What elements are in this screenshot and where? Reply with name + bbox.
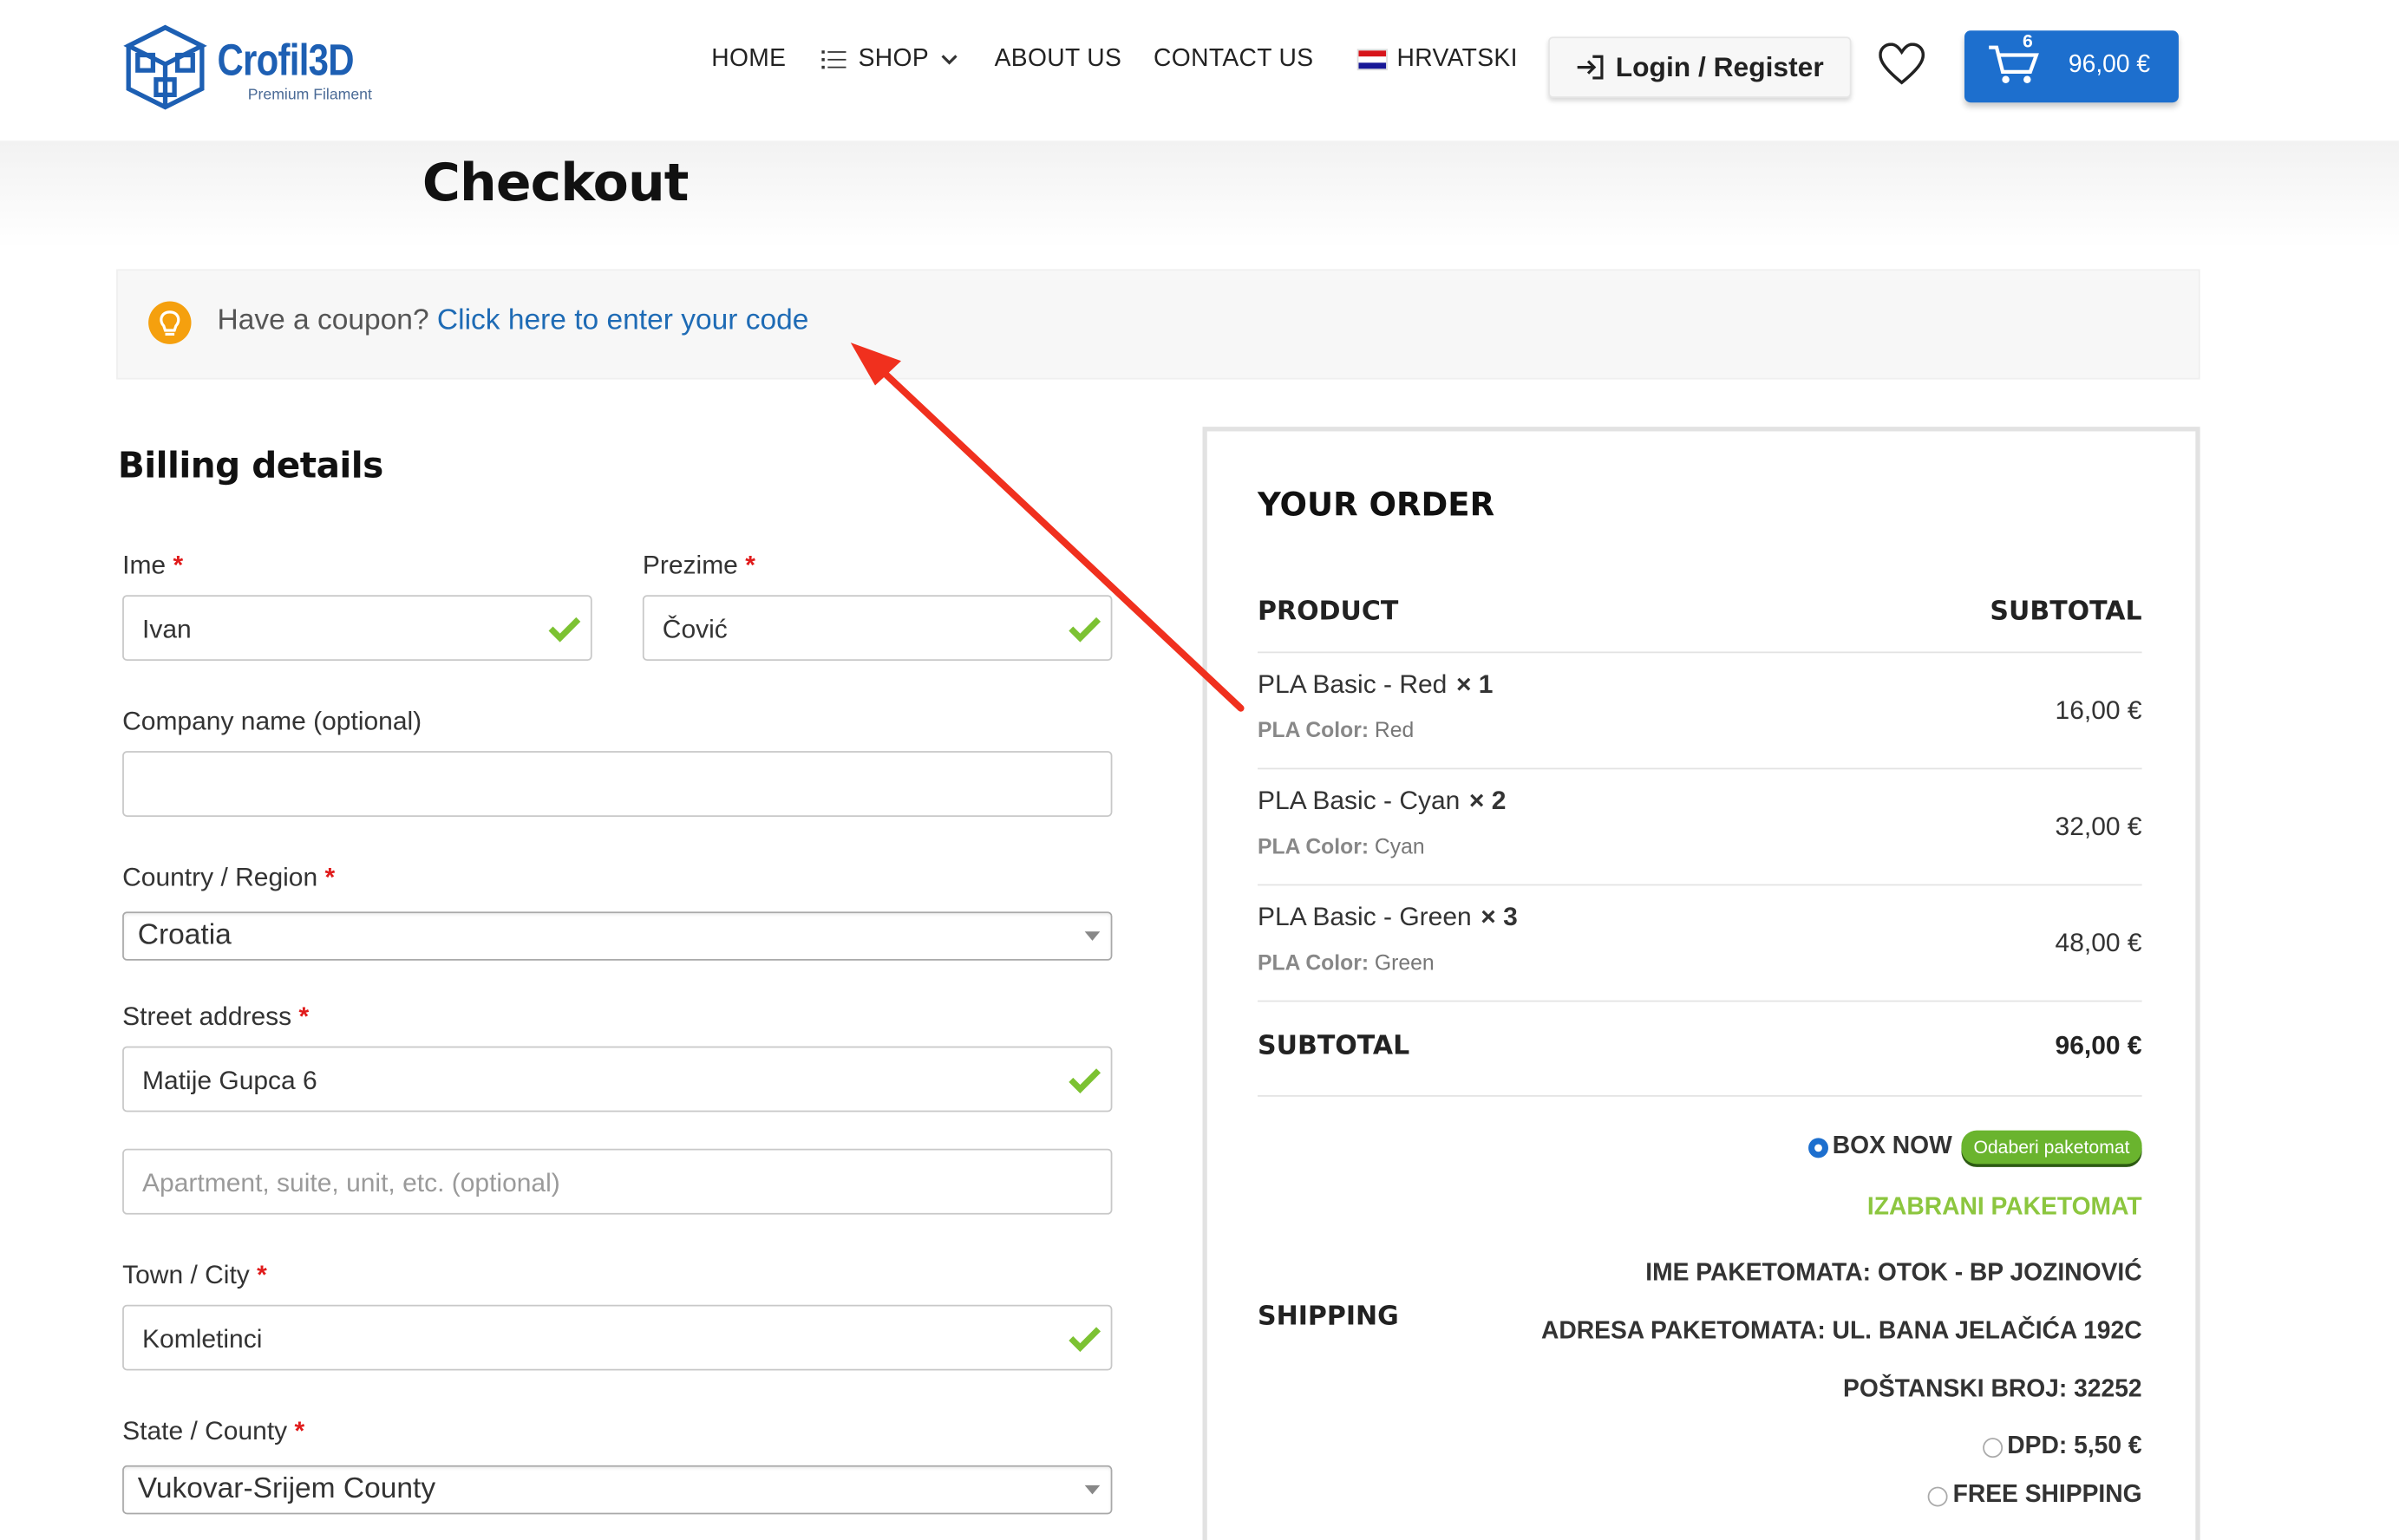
cart-button[interactable]: 6 96,00 € xyxy=(1964,30,2179,103)
nav-about-us[interactable]: ABOUT US xyxy=(995,46,1122,74)
nav-contact-us[interactable]: CONTACT US xyxy=(1154,46,1313,74)
shipping-option-free[interactable]: FREE SHIPPING xyxy=(1928,1482,2142,1510)
logo-cube-icon xyxy=(123,24,207,110)
login-register-button[interactable]: Login / Register xyxy=(1548,36,1852,98)
last-name-label: Prezime * xyxy=(642,551,755,580)
last-name-value: Čović xyxy=(662,615,728,644)
county-value: Vukovar-Srijem County xyxy=(137,1472,436,1505)
selected-locker-title: IZABRANI PAKETOMAT xyxy=(1866,1194,2142,1221)
subtotal-label: SUBTOTAL xyxy=(1258,1030,1410,1062)
coupon-code-link[interactable]: Click here to enter your code xyxy=(437,304,808,336)
first-name-field[interactable]: Ivan xyxy=(122,595,592,662)
city-field[interactable]: Komletinci xyxy=(122,1304,1113,1371)
county-label: State / County * xyxy=(122,1416,305,1445)
product-column-header: PRODUCT xyxy=(1258,596,1399,628)
nav-shop[interactable]: SHOP xyxy=(821,46,958,74)
country-label: Country / Region * xyxy=(122,862,336,892)
dropdown-arrow-icon xyxy=(1084,1485,1101,1495)
apartment-field[interactable]: Apartment, suite, unit, etc. (optional) xyxy=(122,1148,1113,1215)
list-icon xyxy=(821,50,847,69)
lightbulb-icon xyxy=(148,301,192,344)
locker-name: IME PAKETOMATA: OTOK - BP JOZINOVIĆ xyxy=(1645,1260,2142,1287)
order-item-name: PLA Basic - Green × 3 xyxy=(1258,902,1518,932)
check-icon xyxy=(1069,1068,1101,1093)
order-item-meta: PLA Color: Cyan xyxy=(1258,833,1425,858)
county-select[interactable]: Vukovar-Srijem County xyxy=(122,1465,1113,1515)
shipping-option-box-now[interactable]: BOX NOW Odaberi paketomat xyxy=(1807,1130,2142,1165)
street-address-label: Street address * xyxy=(122,1002,310,1031)
company-name-field[interactable] xyxy=(122,751,1113,817)
country-select[interactable]: Croatia xyxy=(122,911,1113,961)
check-icon xyxy=(548,617,581,643)
divider xyxy=(1258,884,2142,886)
wishlist-heart-icon[interactable] xyxy=(1879,42,1925,85)
cart-count-badge: 6 xyxy=(2023,30,2033,52)
login-register-label: Login / Register xyxy=(1615,51,1824,82)
order-item-name: PLA Basic - Cyan × 2 xyxy=(1258,786,1507,816)
billing-details-title: Billing details xyxy=(117,447,384,486)
shipping-label: SHIPPING xyxy=(1258,1302,1399,1333)
divider xyxy=(1258,767,2142,770)
logo-tagline: Premium Filament xyxy=(247,87,372,104)
cart-total: 96,00 € xyxy=(2068,51,2151,78)
divider xyxy=(1258,1095,2142,1097)
first-name-value: Ivan xyxy=(142,615,192,644)
radio-selected-icon[interactable] xyxy=(1807,1137,1828,1158)
city-value: Komletinci xyxy=(142,1324,263,1354)
locker-postal-code: POŠTANSKI BROJ: 32252 xyxy=(1843,1376,2142,1403)
site-logo[interactable]: Crofil3D Premium Filament xyxy=(122,22,382,114)
last-name-field[interactable]: Čović xyxy=(642,595,1113,662)
nav-home[interactable]: HOME xyxy=(711,46,786,74)
box-now-label: BOX NOW xyxy=(1832,1133,1952,1160)
check-icon xyxy=(1069,1327,1101,1353)
radio-icon[interactable] xyxy=(1928,1485,1949,1506)
logo-name: Crofil3D xyxy=(217,36,354,86)
your-order-title: YOUR ORDER xyxy=(1258,486,1495,524)
order-item-name: PLA Basic - Red × 1 xyxy=(1258,669,1494,700)
subtotal-column-header: SUBTOTAL xyxy=(1990,596,2142,628)
company-name-label: Company name (optional) xyxy=(122,706,422,736)
country-value: Croatia xyxy=(137,919,232,952)
subtotal-value: 96,00 € xyxy=(2055,1030,2142,1060)
order-item-price: 32,00 € xyxy=(2055,812,2142,842)
street-address-value: Matije Gupca 6 xyxy=(142,1066,317,1096)
dropdown-arrow-icon xyxy=(1084,931,1101,941)
city-label: Town / City * xyxy=(122,1260,267,1290)
language-switcher[interactable]: HRVATSKI xyxy=(1356,45,1518,74)
check-icon xyxy=(1069,617,1101,643)
divider xyxy=(1258,1000,2142,1002)
select-locker-button[interactable]: Odaberi paketomat xyxy=(1961,1130,2142,1165)
divider xyxy=(1258,651,2142,654)
first-name-label: Ime * xyxy=(122,551,184,580)
order-item-meta: PLA Color: Red xyxy=(1258,717,1415,742)
order-review-panel xyxy=(1202,427,2200,1540)
login-icon xyxy=(1577,55,1604,80)
shipping-option-dpd[interactable]: DPD: 5,50 € xyxy=(1983,1433,2142,1461)
page-title: Checkout xyxy=(422,153,690,214)
chevron-down-icon xyxy=(941,55,958,65)
order-item-price: 48,00 € xyxy=(2055,928,2142,958)
language-label: HRVATSKI xyxy=(1396,45,1518,72)
radio-icon[interactable] xyxy=(1983,1437,2003,1458)
coupon-notice: Have a coupon? Click here to enter your … xyxy=(116,269,2200,380)
site-header: Crofil3D Premium Filament HOME SHOP ABOU… xyxy=(0,0,2399,141)
locker-address: ADRESA PAKETOMATA: UL. BANA JELAČIĆA 192… xyxy=(1541,1318,2142,1345)
croatia-flag-icon xyxy=(1356,49,1388,71)
order-item-meta: PLA Color: Green xyxy=(1258,949,1435,975)
order-item-price: 16,00 € xyxy=(2055,695,2142,726)
apartment-placeholder: Apartment, suite, unit, etc. (optional) xyxy=(142,1168,560,1198)
free-shipping-label: FREE SHIPPING xyxy=(1952,1482,2142,1509)
nav-shop-label: SHOP xyxy=(858,45,930,72)
street-address-field[interactable]: Matije Gupca 6 xyxy=(122,1046,1113,1113)
title-band xyxy=(0,140,2399,248)
dpd-label: DPD: 5,50 € xyxy=(2007,1432,2142,1459)
coupon-prompt: Have a coupon? xyxy=(217,304,429,337)
